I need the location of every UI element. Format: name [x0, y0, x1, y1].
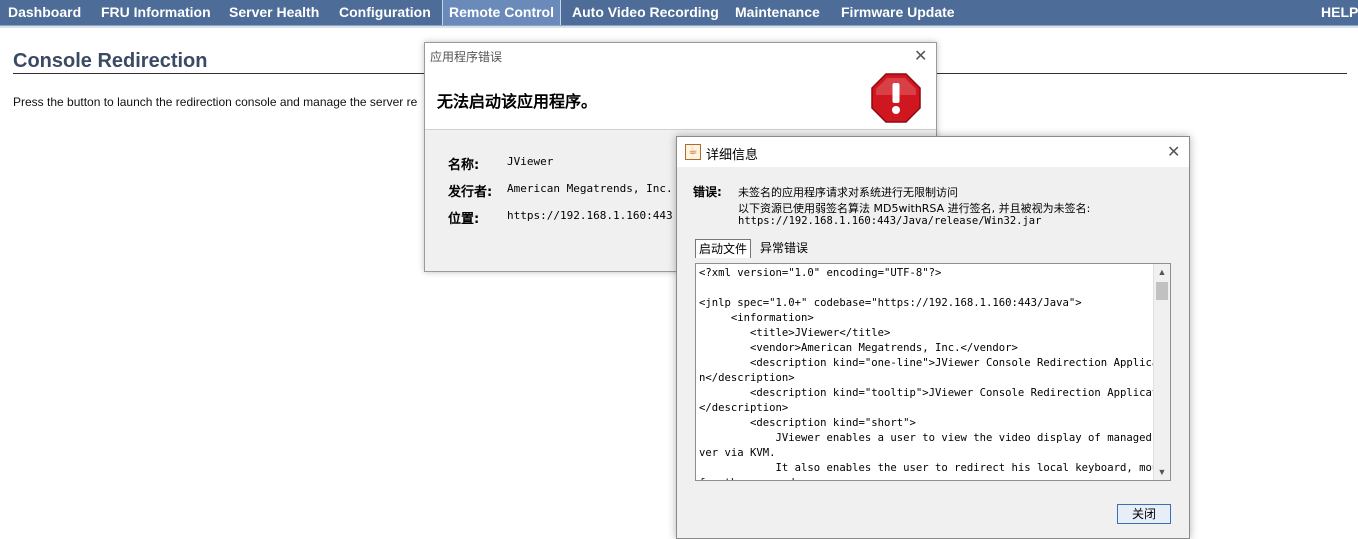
location-label: 位置: — [448, 212, 480, 227]
nav-fru-information[interactable]: FRU Information — [101, 0, 211, 25]
top-navigation: Dashboard FRU Information Server Health … — [0, 0, 1358, 26]
launch-file-textarea[interactable]: <?xml version="1.0" encoding="UTF-8"?> <… — [695, 263, 1171, 481]
nav-remote-control[interactable]: Remote Control — [442, 0, 561, 25]
nav-underline — [0, 26, 1358, 28]
name-value: JViewer — [507, 155, 554, 168]
details-title: 详细信息 — [706, 148, 759, 163]
vertical-scrollbar[interactable]: ▲ ▼ — [1153, 264, 1170, 480]
page-title: Console Redirection — [13, 50, 208, 72]
error-message: 无法启动该应用程序。 — [437, 92, 598, 111]
scroll-down-icon[interactable]: ▼ — [1154, 464, 1170, 480]
dialog-titlebar: 应用程序错误 ✕ — [425, 43, 936, 69]
location-value: https://192.168.1.160:443 — [507, 209, 673, 222]
close-icon[interactable]: ✕ — [1167, 142, 1180, 161]
error-label: 错误: — [693, 185, 722, 199]
error-line-unsigned: 未签名的应用程序请求对系统进行无限制访问 — [738, 186, 958, 199]
nav-dashboard[interactable]: Dashboard — [8, 0, 81, 25]
nav-auto-video-recording[interactable]: Auto Video Recording — [572, 0, 719, 25]
jnlp-code: <?xml version="1.0" encoding="UTF-8"?> <… — [699, 267, 1171, 480]
page-description: Press the button to launch the redirecti… — [13, 95, 418, 109]
close-button[interactable]: 关闭 — [1117, 504, 1171, 524]
details-dialog: ☕ 详细信息 ✕ 错误: 未签名的应用程序请求对系统进行无限制访问 以下资源已使… — [676, 136, 1190, 539]
dialog-title: 应用程序错误 — [430, 50, 503, 64]
error-line-resource-url: https://192.168.1.160:443/Java/release/W… — [738, 215, 1042, 227]
name-label: 名称: — [448, 158, 480, 173]
publisher-value: American Megatrends, Inc. — [507, 182, 673, 195]
error-stop-icon — [871, 73, 921, 123]
tab-launch-file[interactable]: 启动文件 — [695, 239, 752, 258]
publisher-label: 发行者: — [448, 185, 493, 200]
details-titlebar: ☕ 详细信息 ✕ — [677, 137, 1189, 167]
scroll-thumb[interactable] — [1156, 282, 1168, 300]
java-icon: ☕ — [685, 144, 701, 160]
nav-server-health[interactable]: Server Health — [229, 0, 319, 25]
nav-help[interactable]: HELP — [1321, 0, 1358, 25]
close-icon[interactable]: ✕ — [914, 46, 927, 65]
nav-firmware-update[interactable]: Firmware Update — [841, 0, 955, 25]
scroll-up-icon[interactable]: ▲ — [1154, 264, 1170, 280]
nav-maintenance[interactable]: Maintenance — [735, 0, 820, 25]
nav-configuration[interactable]: Configuration — [339, 0, 431, 25]
error-line-weak-signature: 以下资源已使用弱签名算法 MD5withRSA 进行签名, 并且被视为未签名: — [738, 202, 1091, 215]
tab-exception[interactable]: 异常错误 — [757, 239, 811, 257]
error-header: 无法启动该应用程序。 — [425, 69, 936, 130]
